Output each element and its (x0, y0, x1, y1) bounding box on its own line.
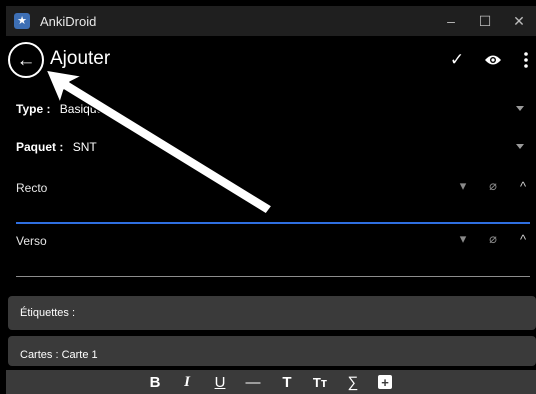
save-button[interactable]: ✓ (443, 48, 471, 72)
title-case-button[interactable]: Tт (309, 372, 331, 392)
cards-label: Cartes : Carte 1 (20, 349, 98, 361)
window-title: AnkiDroid (40, 13, 97, 29)
verso-pin-button[interactable]: ▾ (454, 231, 472, 247)
more-options-button[interactable] (512, 48, 536, 72)
underline-button[interactable]: U (209, 372, 231, 392)
verso-field-label: Verso (16, 234, 47, 248)
pin-icon: ▾ (459, 178, 467, 193)
chevron-up-icon: ^ (519, 178, 527, 194)
screen-title: Ajouter (50, 48, 111, 69)
tags-button[interactable]: Étiquettes : (8, 296, 536, 330)
note-type-caret-icon (516, 106, 524, 111)
recto-input[interactable] (16, 201, 530, 221)
tags-label: Étiquettes : (20, 307, 76, 319)
recto-collapse-button[interactable]: ^ (514, 178, 532, 194)
mathjax-button[interactable]: ∑ (342, 372, 364, 392)
window-titlebar: ★ AnkiDroid – ☐ ✕ (6, 6, 536, 36)
note-type-label: Type : (16, 102, 51, 116)
attach-icon: ⌀ (489, 178, 497, 193)
chevron-up-icon: ^ (519, 231, 527, 247)
horizontal-rule-button[interactable]: — (242, 372, 264, 392)
format-toolbar: B I U — T Tт ∑ + (6, 370, 536, 394)
verso-input[interactable] (16, 254, 530, 274)
deck-caret-icon (516, 144, 524, 149)
deck-value: SNT (72, 140, 97, 154)
verso-underline (16, 276, 530, 277)
check-icon: ✓ (449, 50, 465, 69)
italic-button[interactable]: I (176, 372, 198, 392)
recto-attach-button[interactable]: ⌀ (484, 178, 502, 194)
cards-button[interactable]: Cartes : Carte 1 (8, 336, 536, 366)
deck-selector[interactable]: Paquet : SNT (16, 140, 97, 154)
maximize-button[interactable]: ☐ (468, 6, 502, 36)
eye-icon (485, 55, 501, 65)
note-type-selector[interactable]: Type : Basique (16, 102, 103, 116)
preview-button[interactable] (479, 48, 507, 72)
close-button[interactable]: ✕ (502, 6, 536, 36)
back-button[interactable]: ← (8, 42, 44, 78)
window-controls: – ☐ ✕ (434, 6, 536, 36)
attach-icon: ⌀ (489, 231, 497, 246)
recto-underline (16, 222, 530, 224)
note-type-value: Basique (59, 102, 104, 116)
bold-button[interactable]: B (144, 372, 166, 392)
recto-field-label: Recto (16, 181, 48, 195)
pin-icon: ▾ (459, 231, 467, 246)
verso-collapse-button[interactable]: ^ (514, 231, 532, 247)
deck-label: Paquet : (16, 140, 64, 154)
arrow-left-icon: ← (16, 49, 36, 71)
more-vert-icon (524, 52, 528, 68)
app-toolbar: ← Ajouter ✓ (6, 36, 536, 88)
anki-window: ★ AnkiDroid – ☐ ✕ ← Ajouter ✓ Type: Bas… (6, 6, 536, 394)
anki-logo-icon: ★ (14, 13, 30, 29)
insert-button[interactable]: + (378, 375, 392, 390)
recto-pin-button[interactable]: ▾ (454, 178, 472, 194)
minimize-button[interactable]: – (434, 6, 468, 36)
verso-attach-button[interactable]: ⌀ (484, 231, 502, 247)
font-size-button[interactable]: T (276, 372, 298, 392)
